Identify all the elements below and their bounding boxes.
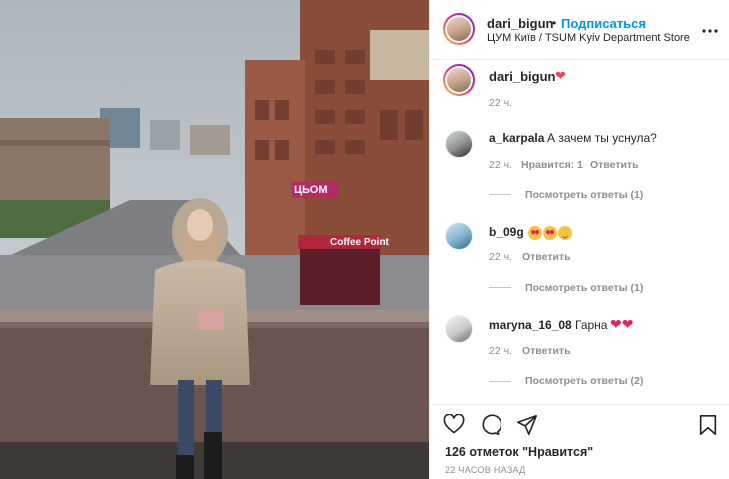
- caption-avatar[interactable]: [443, 64, 475, 96]
- comment-username[interactable]: b_09g: [489, 225, 524, 239]
- heart-emoji-icon: ❤: [555, 68, 566, 83]
- comment-username[interactable]: a_karpala: [489, 131, 544, 145]
- post-actions: 126 отметок "Нравится" 22 ЧАСОВ НАЗАД: [430, 404, 729, 479]
- caption-time[interactable]: 22 ч.: [489, 97, 512, 109]
- reply-button[interactable]: Ответить: [522, 251, 571, 263]
- bookmark-save-icon[interactable]: [698, 414, 718, 441]
- comment-emojis: [528, 224, 573, 242]
- comment-time[interactable]: 22 ч.: [489, 251, 512, 263]
- comment-avatar[interactable]: [445, 315, 473, 343]
- author-username[interactable]: dari_bigun: [487, 16, 553, 31]
- comment-likes[interactable]: Нравится: 1: [521, 159, 583, 171]
- view-replies-button[interactable]: Посмотреть ответы (2): [525, 375, 643, 387]
- view-replies-button[interactable]: Посмотреть ответы (1): [525, 189, 643, 201]
- comment-avatar[interactable]: [445, 222, 473, 250]
- post-header: dari_bigun • Подписаться ЦУМ Київ / TSUM…: [430, 0, 729, 60]
- blush-emoji-icon: [558, 225, 572, 240]
- instagram-post-view: ЦЬОМ Coffee Point dari_bigun • Подписать…: [0, 0, 729, 479]
- replies-divider: [489, 287, 511, 288]
- store-sign: ЦЬОМ: [294, 184, 328, 196]
- heart-eyes-emoji-icon: [543, 225, 557, 240]
- author-avatar[interactable]: [443, 13, 475, 45]
- like-heart-icon[interactable]: [443, 413, 465, 439]
- location-link[interactable]: ЦУМ Київ / TSUM Kyiv Department Store: [487, 32, 690, 44]
- post-timestamp[interactable]: 22 ЧАСОВ НАЗАД: [445, 465, 526, 475]
- red-hearts-emoji-icon: ❤❤: [610, 316, 634, 332]
- comment-time[interactable]: 22 ч.: [489, 345, 512, 357]
- likes-count[interactable]: 126 отметок "Нравится": [445, 445, 593, 459]
- separator-dot: •: [552, 16, 557, 30]
- comment-time[interactable]: 22 ч.: [489, 159, 512, 171]
- comment-text: А зачем ты уснула?: [547, 131, 657, 145]
- caption-username[interactable]: dari_bigun: [489, 69, 555, 84]
- post-photo[interactable]: ЦЬОМ Coffee Point: [0, 0, 429, 479]
- replies-divider: [489, 194, 511, 195]
- comment-bubble-icon[interactable]: [479, 414, 503, 441]
- post-side-panel: dari_bigun • Подписаться ЦУМ Київ / TSUM…: [429, 0, 729, 479]
- comment-text: Гарна: [575, 318, 608, 332]
- comment-avatar[interactable]: [445, 130, 473, 158]
- reply-button[interactable]: Ответить: [590, 159, 639, 171]
- heart-eyes-emoji-icon: [528, 225, 542, 240]
- follow-button[interactable]: Подписаться: [561, 16, 646, 31]
- kiosk-sign: Coffee Point: [330, 237, 389, 248]
- share-send-icon[interactable]: [516, 414, 538, 441]
- replies-divider: [489, 381, 511, 382]
- more-horizontal-icon[interactable]: [702, 20, 718, 38]
- comment-username[interactable]: maryna_16_08: [489, 318, 572, 332]
- reply-button[interactable]: Ответить: [522, 345, 571, 357]
- view-replies-button[interactable]: Посмотреть ответы (1): [525, 282, 643, 294]
